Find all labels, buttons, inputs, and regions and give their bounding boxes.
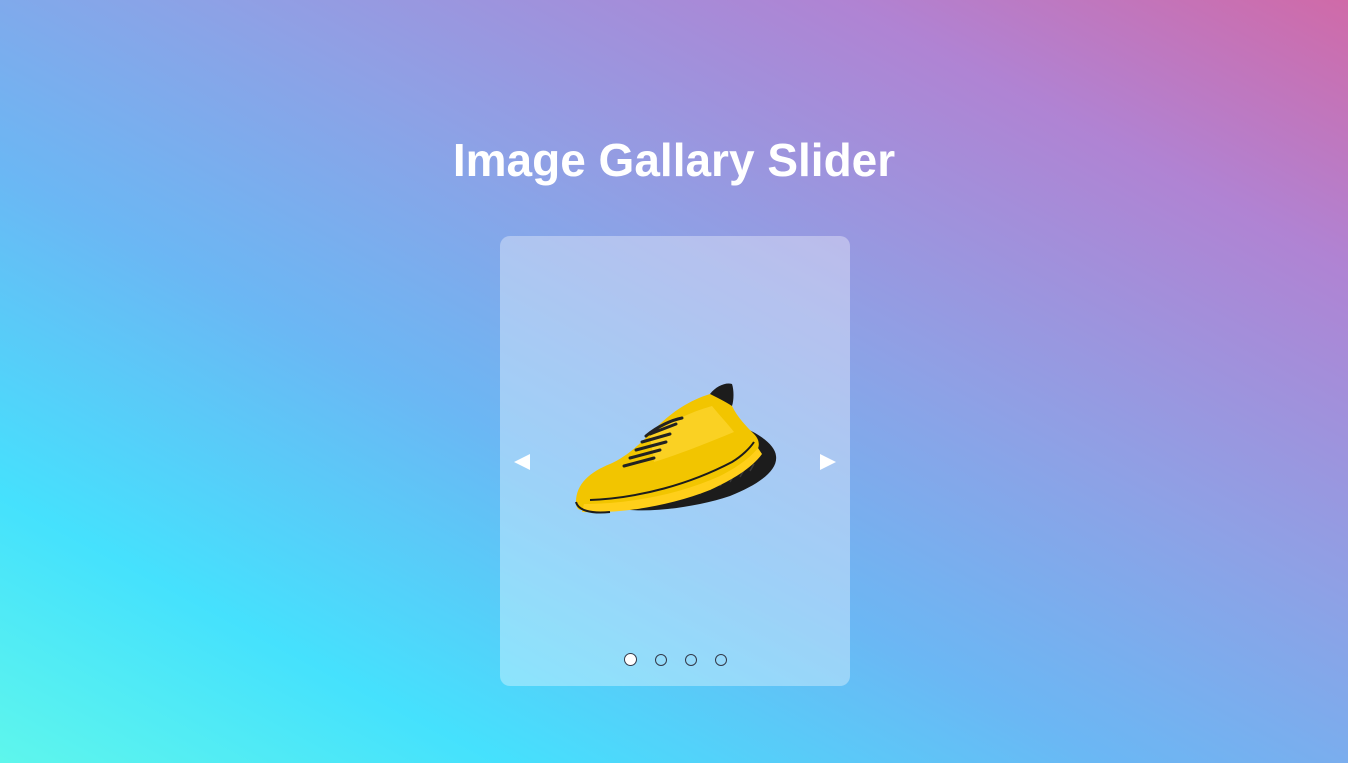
prev-slide-button[interactable] (510, 450, 534, 474)
image-slider (500, 236, 850, 686)
slide-image-shoe (575, 383, 777, 514)
triangle-right-icon (820, 454, 836, 470)
triangle-left-icon (514, 454, 530, 470)
slide-dot-4[interactable] (714, 654, 727, 666)
next-slide-button[interactable] (816, 450, 840, 474)
slider-pagination (500, 653, 850, 666)
slide-dot-1[interactable] (623, 653, 637, 666)
slide-dot-3[interactable] (684, 654, 697, 666)
page-title: Image Gallary Slider (452, 134, 896, 186)
slide-dot-2[interactable] (654, 654, 667, 666)
